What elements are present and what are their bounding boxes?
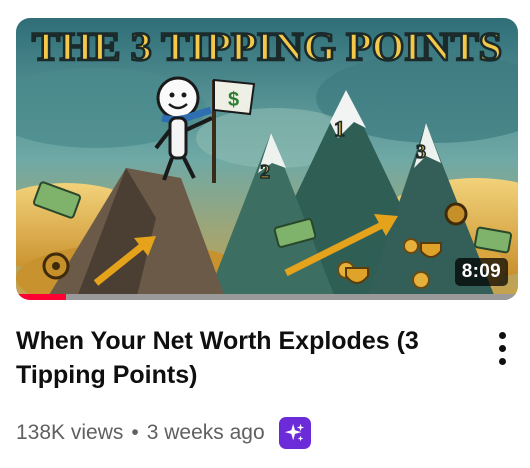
more-vert-icon-dot — [498, 344, 506, 352]
view-count: 138K views — [16, 421, 124, 444]
flag-symbol: $ — [228, 89, 239, 111]
sparkle-icon-glyph — [284, 423, 304, 442]
peak-3-label: 3 — [416, 141, 426, 163]
video-title[interactable]: When Your Net Worth Explodes (3 Tipping … — [16, 324, 456, 392]
video-thumbnail[interactable]: 1 2 3 $ THE 3 TIPPING POINTS 8:09 — [16, 18, 518, 300]
thumbnail-art: 1 2 3 $ THE 3 TIPPING POINTS — [16, 18, 518, 300]
more-vert-icon — [498, 331, 506, 339]
meta-separator: • — [131, 421, 139, 444]
upload-age: 3 weeks ago — [146, 421, 265, 444]
peak-2-label: 2 — [260, 161, 270, 183]
sparkle-icon[interactable] — [278, 417, 311, 449]
watch-progress-fill — [16, 294, 67, 300]
more-vert-icon-dot — [498, 357, 506, 365]
more-options-button[interactable] — [486, 326, 518, 370]
thumbnail-headline: THE 3 TIPPING POINTS — [32, 24, 502, 69]
watch-progress-track — [16, 294, 518, 300]
duration-badge: 8:09 — [454, 258, 508, 286]
video-card[interactable]: 1 2 3 $ THE 3 TIPPING POINTS 8:09 When Y… — [0, 0, 530, 468]
video-metadata: 138K views • 3 weeks ago — [16, 416, 311, 450]
peak-1-label: 1 — [334, 116, 345, 141]
